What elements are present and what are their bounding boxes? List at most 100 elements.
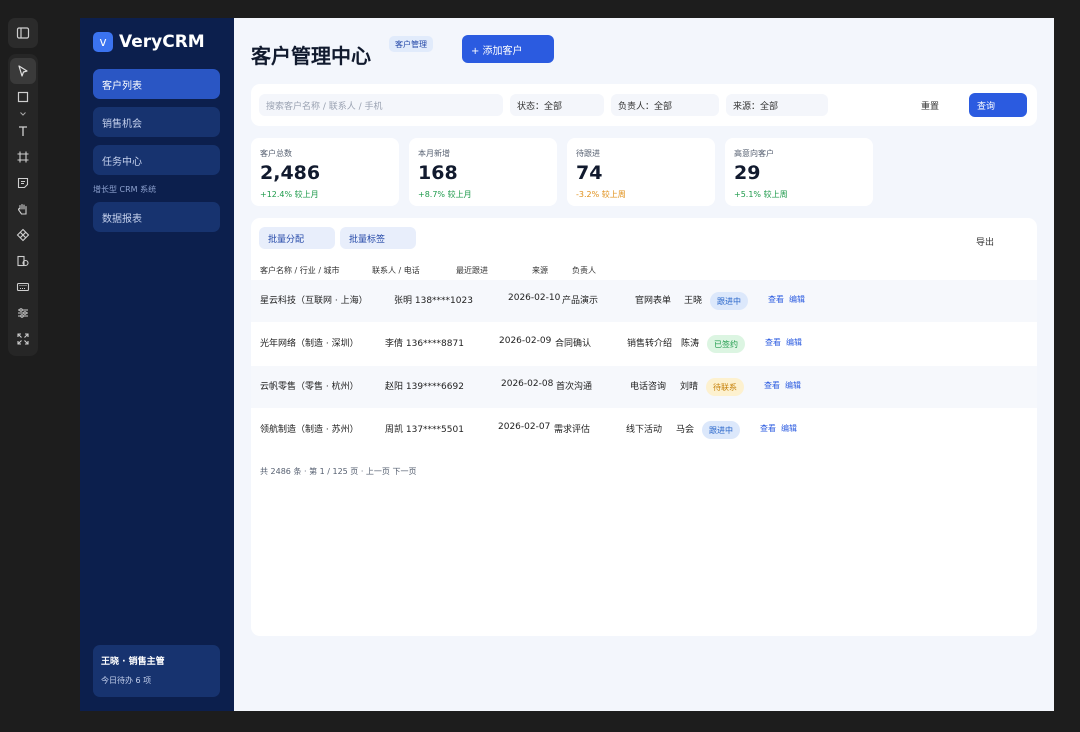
keyboard-icon[interactable] [8,274,38,300]
fullscreen-icon[interactable] [8,326,38,352]
user-card[interactable]: 王晓 · 销售主管 今日待办 6 项 [93,645,220,697]
owner: 马会 [676,425,695,435]
stat-label: 客户总数 [260,149,292,158]
stat-card-total: 客户总数 2,486 +12.4% 较上月 [251,138,399,206]
filter-bar: 搜索客户名称 / 联系人 / 手机 状态：全部 负责人：全部 来源：全部 重置 … [251,84,1037,126]
hand-tool-icon[interactable] [8,196,38,222]
view-link[interactable]: 查看 [764,380,780,391]
owner-filter-select[interactable]: 负责人：全部 [611,94,719,116]
column-header-customer: 客户名称 / 行业 / 城市 [260,266,340,275]
brand[interactable]: v VeryCRM [93,32,205,52]
sidebar: v VeryCRM 客户列表 销售机会 任务中心 增长型 CRM 系统 数据报表… [80,18,234,711]
stat-delta: -3.2% 较上周 [576,190,626,199]
user-name: 王晓 · 销售主管 [101,657,165,667]
stage: 首次沟通 [556,382,593,392]
text-tool-icon[interactable] [8,118,38,144]
column-header-contact: 联系人 / 电话 [372,266,420,275]
export-button[interactable]: 导出 [976,235,994,248]
stat-card-pending: 待跟进 74 -3.2% 较上周 [567,138,715,206]
edit-link[interactable]: 编辑 [785,380,801,391]
search-input[interactable]: 搜索客户名称 / 联系人 / 手机 [259,94,503,116]
owner: 刘晴 [680,382,699,392]
adjustments-icon[interactable] [8,300,38,326]
customer-name: 光年网络（制造 · 深圳） [260,339,359,349]
source: 电话咨询 [630,382,667,392]
stat-delta: +12.4% 较上月 [260,190,319,199]
stat-label: 待跟进 [576,149,600,158]
page-title: 客户管理中心 [251,44,371,68]
chevron-down-icon[interactable] [8,110,38,118]
customer-name: 星云科技（互联网 · 上海） [260,296,368,306]
view-link[interactable]: 查看 [768,294,784,305]
follow-date: 2026-02-08 [501,379,554,389]
follow-date: 2026-02-10 [508,293,561,303]
user-todo-count: 今日待办 6 项 [101,676,152,685]
tool-group [8,54,38,356]
stat-card-high-intent: 高意向客户 29 +5.1% 较上周 [725,138,873,206]
shapes-tool-icon[interactable] [8,248,38,274]
note-tool-icon[interactable] [8,170,38,196]
sidebar-toggle-icon[interactable] [8,18,38,48]
follow-date: 2026-02-09 [499,336,552,346]
sidebar-subtitle: 增长型 CRM 系统 [93,185,157,194]
table-row[interactable]: 光年网络（制造 · 深圳） 李倩 136****8871 2026-02-09 … [251,323,1037,365]
status-badge: 跟进中 [702,421,740,439]
contact: 张明 138****1023 [394,296,473,306]
cursor-tool-icon[interactable] [10,58,36,84]
breadcrumb[interactable]: 客户管理 [389,36,433,52]
owner: 王晓 [684,296,703,306]
stage: 合同确认 [555,339,592,349]
source-filter-select[interactable]: 来源：全部 [726,94,828,116]
add-customer-button[interactable]: + 添加客户 [462,35,554,63]
component-tool-icon[interactable] [8,222,38,248]
view-link[interactable]: 查看 [765,337,781,348]
stat-value: 29 [734,162,761,184]
owner: 陈涛 [681,339,700,349]
contact: 赵阳 139****6692 [385,382,464,392]
sidebar-item-customer-list[interactable]: 客户列表 [93,69,220,99]
status-badge: 跟进中 [710,292,748,310]
edit-link[interactable]: 编辑 [781,423,797,434]
table-row[interactable]: 云帆零售（零售 · 杭州） 赵阳 139****6692 2026-02-08 … [251,366,1037,408]
frame-tool-icon[interactable] [8,144,38,170]
rectangle-tool-icon[interactable] [8,84,38,110]
follow-date: 2026-02-07 [498,422,551,432]
sidebar-item-reports[interactable]: 数据报表 [93,202,220,232]
editor-toolbar [8,18,38,356]
stat-value: 74 [576,162,603,184]
query-button[interactable]: 查询 [969,93,1027,117]
sidebar-item-opportunities[interactable]: 销售机会 [93,107,220,137]
edit-link[interactable]: 编辑 [789,294,805,305]
column-header-source: 来源 [532,266,548,275]
status-badge: 待联系 [706,378,744,396]
stat-card-new: 本月新增 168 +8.7% 较上月 [409,138,557,206]
source: 线下活动 [626,425,663,435]
stat-label: 高意向客户 [734,149,774,158]
source: 销售转介绍 [627,339,673,349]
column-header-owner: 负责人 [572,266,596,275]
bulk-assign-button[interactable]: 批量分配 [259,227,335,249]
stat-label: 本月新增 [418,149,450,158]
stage: 产品演示 [562,296,599,306]
stat-delta: +8.7% 较上月 [418,190,472,199]
edit-link[interactable]: 编辑 [786,337,802,348]
customer-name: 云帆零售（零售 · 杭州） [260,382,359,392]
contact: 李倩 136****8871 [385,339,464,349]
table-row[interactable]: 领航制造（制造 · 苏州） 周凯 137****5501 2026-02-07 … [251,409,1037,451]
source: 官网表单 [635,296,672,306]
stat-delta: +5.1% 较上周 [734,190,788,199]
column-header-last-follow: 最近跟进 [456,266,488,275]
brand-logo: v [93,32,113,52]
pagination[interactable]: 共 2486 条 · 第 1 / 125 页 · 上一页 下一页 [260,466,416,477]
reset-button[interactable]: 重置 [912,94,948,116]
status-badge: 已签约 [707,335,745,353]
contact: 周凯 137****5501 [385,425,464,435]
sidebar-item-tasks[interactable]: 任务中心 [93,145,220,175]
stage: 需求评估 [554,425,591,435]
table-row[interactable]: 星云科技（互联网 · 上海） 张明 138****1023 2026-02-10… [251,280,1037,322]
view-link[interactable]: 查看 [760,423,776,434]
customer-name: 领航制造（制造 · 苏州） [260,425,359,435]
crm-app-window: v VeryCRM 客户列表 销售机会 任务中心 增长型 CRM 系统 数据报表… [80,18,1054,711]
status-filter-select[interactable]: 状态：全部 [510,94,604,116]
bulk-tag-button[interactable]: 批量标签 [340,227,416,249]
